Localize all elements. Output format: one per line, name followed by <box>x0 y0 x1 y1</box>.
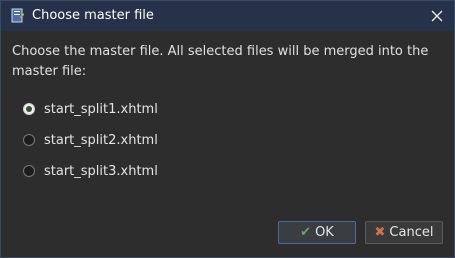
check-icon: ✔ <box>300 225 312 240</box>
title-bar[interactable]: Choose master file <box>1 1 454 31</box>
book-icon <box>11 8 25 24</box>
option-label[interactable]: start_split1.xhtml <box>44 102 158 117</box>
ok-button[interactable]: ✔ OK <box>278 221 356 244</box>
cancel-button[interactable]: ✖ Cancel <box>365 221 443 244</box>
instruction-text: Choose the master file. All selected fil… <box>12 44 429 79</box>
option-start-split3[interactable]: start_split3.xhtml <box>23 161 158 181</box>
ok-label: OK <box>315 225 334 240</box>
close-icon <box>431 7 443 26</box>
choose-master-file-dialog: Choose master file Choose the master fil… <box>0 0 455 258</box>
x-icon: ✖ <box>374 225 386 240</box>
radio-button-checked[interactable] <box>23 103 35 115</box>
option-label[interactable]: start_split3.xhtml <box>44 164 158 179</box>
radio-button[interactable] <box>23 134 35 146</box>
dialog-title: Choose master file <box>32 8 154 23</box>
cancel-label: Cancel <box>389 225 434 240</box>
option-label[interactable]: start_split2.xhtml <box>44 133 158 148</box>
close-button[interactable] <box>426 5 448 27</box>
option-start-split2[interactable]: start_split2.xhtml <box>23 130 158 150</box>
option-start-split1[interactable]: start_split1.xhtml <box>23 99 158 119</box>
radio-button[interactable] <box>23 165 35 177</box>
